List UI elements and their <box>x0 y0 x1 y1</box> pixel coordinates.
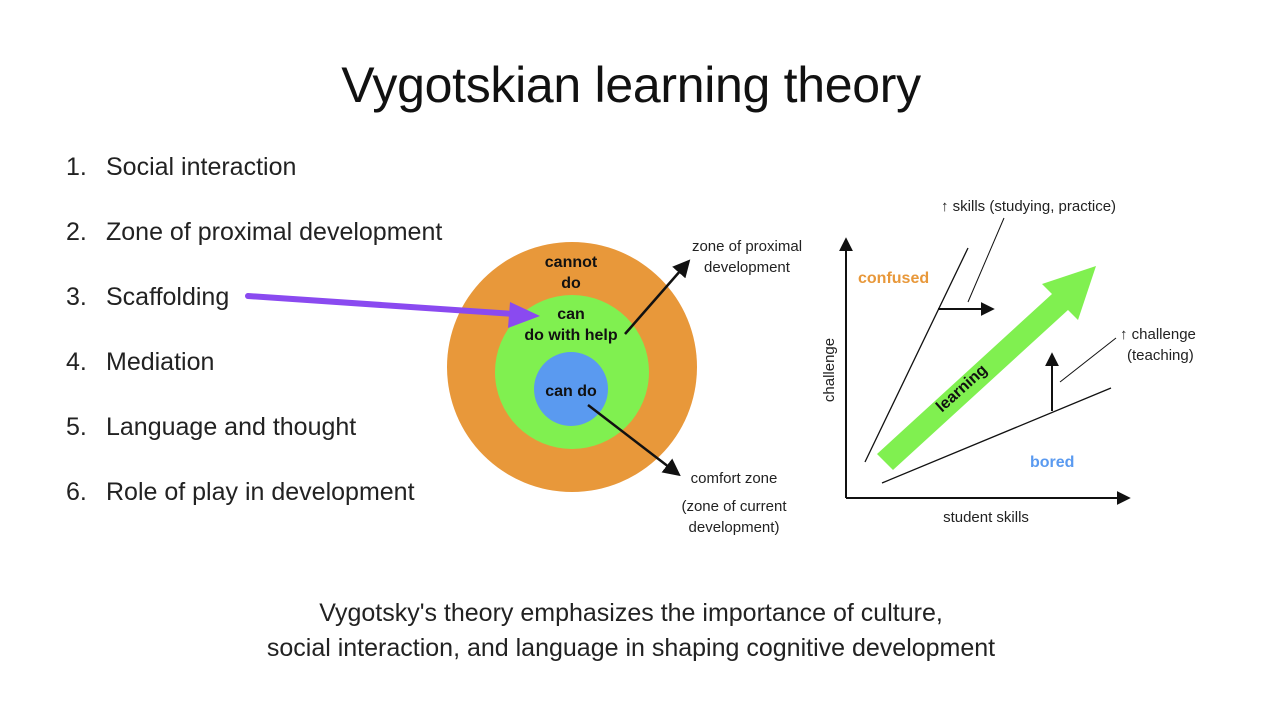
zone-with-help-label: do with help <box>524 327 618 344</box>
x-axis-label: student skills <box>943 509 1029 526</box>
zpd-label: zone of proximal <box>692 238 802 255</box>
zpd-label: development <box>704 259 791 276</box>
learning-label: learning <box>933 362 991 416</box>
challenge-leader-line <box>1059 337 1117 383</box>
caption-line: Vygotsky's theory emphasizes the importa… <box>319 599 943 627</box>
challenge-teaching-label: ↑ challenge <box>1120 326 1196 343</box>
flow-diagram: learning confused bored ↑ skills (studyi… <box>821 198 1196 526</box>
zone-cannot-do-label: cannot <box>545 254 598 271</box>
zone-can-do-label: can do <box>545 383 597 400</box>
skills-leader-line <box>967 217 1005 303</box>
current-development-label: development) <box>689 519 780 536</box>
current-development-label: (zone of current <box>681 498 787 515</box>
zone-with-help-label: can <box>557 306 585 323</box>
caption: Vygotsky's theory emphasizes the importa… <box>0 596 1262 666</box>
bored-label: bored <box>1030 454 1074 471</box>
confused-label: confused <box>858 270 929 287</box>
y-axis-label: challenge <box>821 338 838 402</box>
caption-line: social interaction, and language in shap… <box>266 634 996 662</box>
zone-cannot-do-label: do <box>561 275 581 292</box>
skills-studying-label: ↑ skills (studying, practice) <box>941 198 1116 215</box>
challenge-teaching-label: (teaching) <box>1127 347 1194 364</box>
comfort-zone-label: comfort zone <box>691 470 778 487</box>
zone-diagram: cannot do can do with help can do zone o… <box>447 238 802 536</box>
